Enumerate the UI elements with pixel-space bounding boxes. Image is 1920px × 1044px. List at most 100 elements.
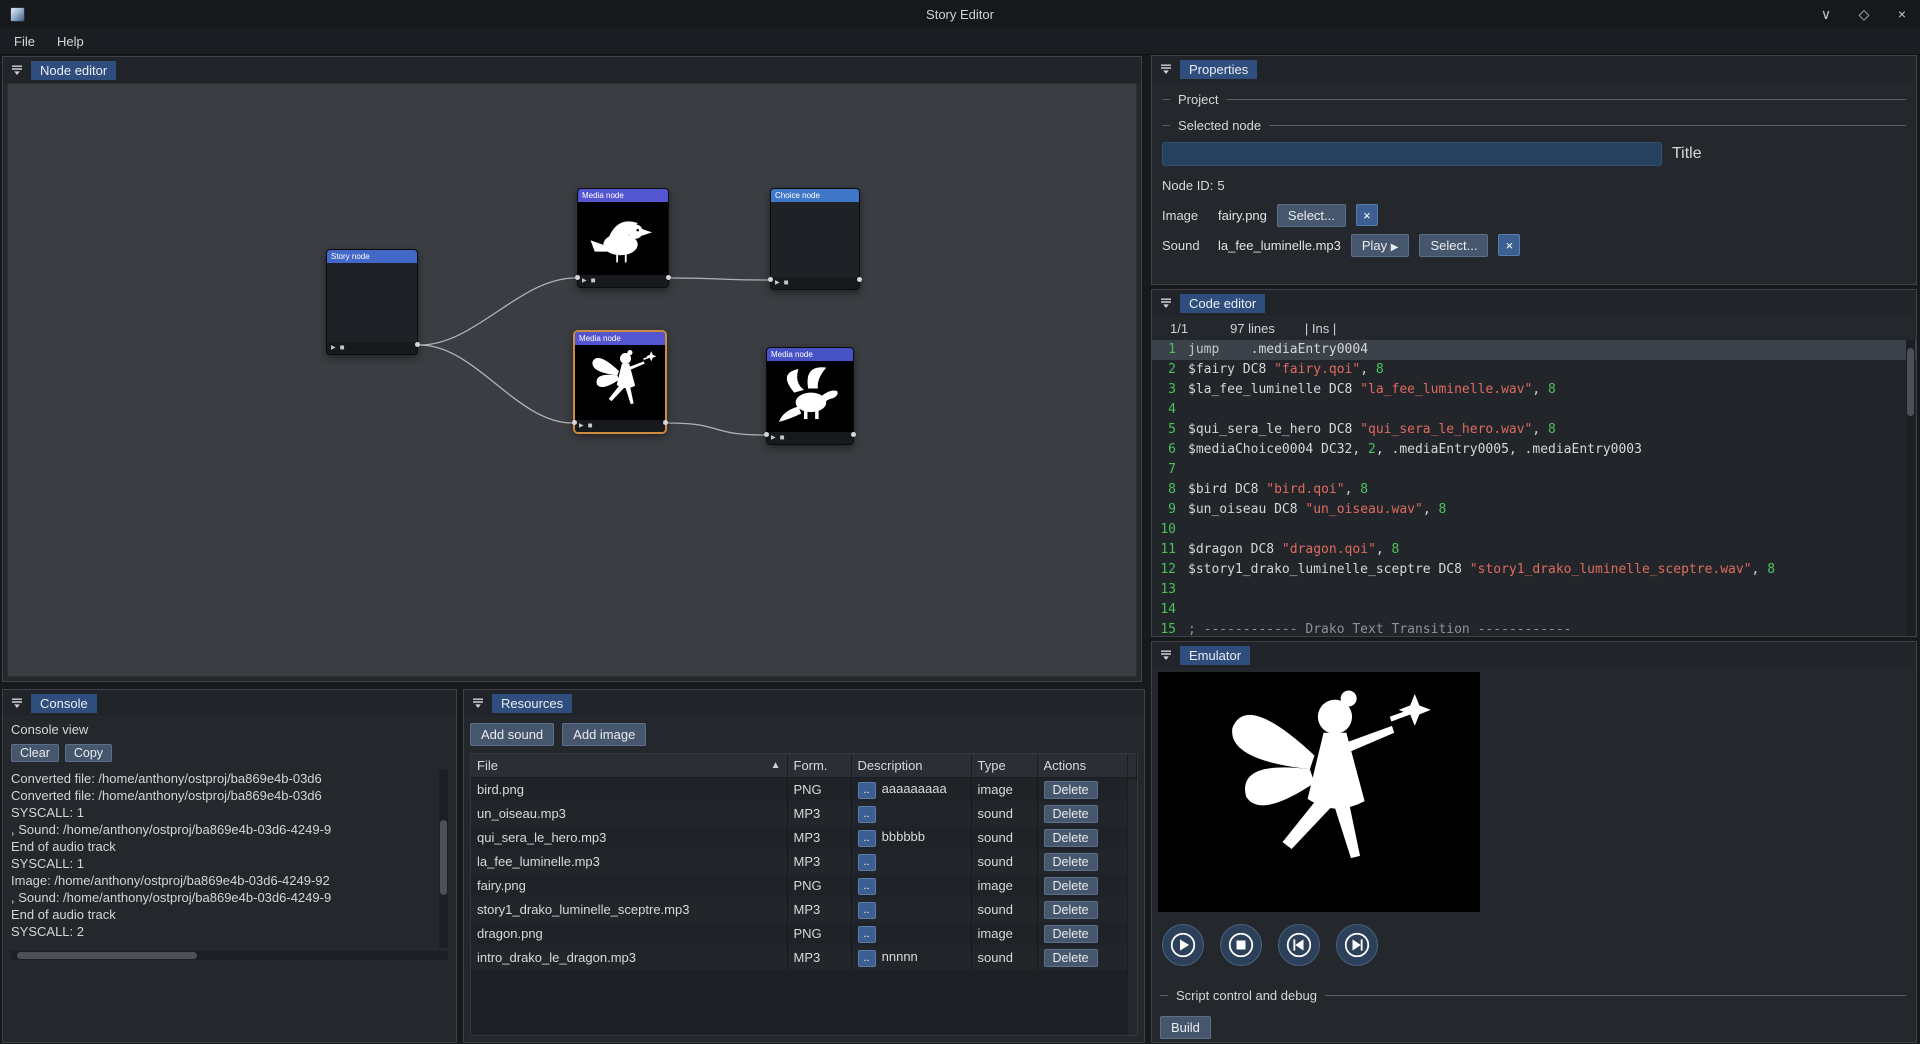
- graph-node-fairy[interactable]: Media node▶◼: [574, 331, 666, 433]
- node-controls: ▶◼: [771, 277, 859, 289]
- menu-file[interactable]: File: [4, 30, 45, 53]
- output-port[interactable]: [666, 275, 671, 280]
- delete-button[interactable]: Delete: [1044, 877, 1098, 895]
- clear-button[interactable]: Clear: [11, 744, 59, 762]
- node-id-row: Node ID: 5: [1162, 170, 1906, 200]
- dock-menu-icon[interactable]: [1159, 62, 1173, 76]
- node-control-icon: ▶: [771, 435, 776, 441]
- output-port[interactable]: [415, 342, 420, 347]
- input-port[interactable]: [764, 432, 769, 437]
- input-port[interactable]: [572, 420, 577, 425]
- description-edit-button[interactable]: ..: [858, 806, 876, 823]
- copy-button[interactable]: Copy: [65, 744, 112, 762]
- sound-select-button[interactable]: Select...: [1419, 234, 1488, 257]
- code-editor-header: Code editor: [1152, 290, 1916, 316]
- input-port[interactable]: [768, 277, 773, 282]
- node-edge: [671, 278, 768, 280]
- delete-button[interactable]: Delete: [1044, 829, 1098, 847]
- column-actions[interactable]: Actions: [1037, 754, 1127, 778]
- description-edit-button[interactable]: ..: [858, 950, 876, 967]
- node-id-label: Node ID:: [1162, 178, 1213, 193]
- delete-button[interactable]: Delete: [1044, 949, 1098, 967]
- delete-button[interactable]: Delete: [1044, 853, 1098, 871]
- dock-menu-icon[interactable]: [471, 696, 485, 710]
- delete-button[interactable]: Delete: [1044, 925, 1098, 943]
- image-select-button[interactable]: Select...: [1277, 204, 1346, 227]
- code-text: $story1_drako_luminelle_sceptre DC8 "sto…: [1188, 560, 1775, 580]
- console-horizontal-scrollbar[interactable]: [17, 952, 197, 959]
- description-edit-button[interactable]: ..: [858, 830, 876, 847]
- console-panel: Console Console view Clear Copy Converte…: [2, 689, 457, 1043]
- description-edit-button[interactable]: ..: [858, 854, 876, 871]
- delete-button[interactable]: Delete: [1044, 805, 1098, 823]
- code-line: 15; ------------ Drako Text Transition -…: [1152, 620, 1916, 636]
- output-port[interactable]: [857, 277, 862, 282]
- code-text: $mediaChoice0004 DC32, 2, .mediaEntry000…: [1188, 440, 1642, 460]
- close-button[interactable]: ×: [1894, 6, 1910, 22]
- column-file[interactable]: File▲: [471, 754, 787, 778]
- node-title-input[interactable]: [1162, 142, 1662, 166]
- graph-node-dragon[interactable]: Media node▶◼: [766, 347, 854, 445]
- console-vertical-scrollbar[interactable]: [440, 820, 447, 895]
- code-text: $fairy DC8 "fairy.qoi", 8: [1188, 360, 1384, 380]
- column-format[interactable]: Form.: [787, 754, 851, 778]
- add-image-button[interactable]: Add image: [562, 723, 646, 746]
- image-clear-button[interactable]: ×: [1356, 204, 1378, 226]
- delete-button[interactable]: Delete: [1044, 781, 1098, 799]
- resource-description: ..: [851, 898, 971, 922]
- node-control-icon: ▶: [331, 345, 336, 351]
- play-button[interactable]: [1162, 924, 1204, 966]
- node-image-bird: [578, 202, 668, 275]
- maximize-button[interactable]: ◇: [1856, 6, 1872, 23]
- sound-play-button[interactable]: Play ▶: [1351, 234, 1410, 257]
- code-vertical-scrollbar[interactable]: [1907, 348, 1914, 416]
- graph-node-choice[interactable]: Choice node▶◼: [770, 188, 860, 290]
- add-sound-button[interactable]: Add sound: [470, 723, 554, 746]
- output-port[interactable]: [851, 432, 856, 437]
- description-edit-button[interactable]: ..: [858, 926, 876, 943]
- selected-node-group-label: Selected node: [1178, 118, 1261, 133]
- input-port[interactable]: [575, 275, 580, 280]
- console-line: Image: /home/anthony/ostproj/ba869e4b-03…: [11, 872, 436, 889]
- graph-node-bird[interactable]: Media node▶◼: [577, 188, 669, 288]
- next-button[interactable]: [1336, 924, 1378, 966]
- resource-row: dragon.pngPNG..imageDelete: [471, 922, 1137, 946]
- description-edit-button[interactable]: ..: [858, 878, 876, 895]
- graph-node-entry[interactable]: Story node▶◼: [326, 249, 418, 355]
- delete-button[interactable]: Delete: [1044, 901, 1098, 919]
- sound-clear-button[interactable]: ×: [1498, 234, 1520, 256]
- dock-menu-icon[interactable]: [10, 63, 24, 77]
- line-number: 7: [1152, 460, 1188, 480]
- panel-title: Console: [31, 694, 97, 713]
- minimize-button[interactable]: ∨: [1818, 6, 1834, 23]
- code-line: 3$la_fee_luminelle DC8 "la_fee_luminelle…: [1152, 380, 1916, 400]
- code-line: 1jump .mediaEntry0004: [1152, 340, 1916, 360]
- console-output-lines: Converted file: /home/anthony/ostproj/ba…: [11, 770, 436, 940]
- code-line: 5$qui_sera_le_hero DC8 "qui_sera_le_hero…: [1152, 420, 1916, 440]
- code-area[interactable]: 1jump .mediaEntry00042$fairy DC8 "fairy.…: [1152, 340, 1916, 636]
- node-control-icon: ▶: [775, 280, 780, 286]
- line-count: 97 lines: [1230, 321, 1275, 336]
- column-description[interactable]: Description: [851, 754, 971, 778]
- column-type[interactable]: Type: [971, 754, 1037, 778]
- dock-menu-icon[interactable]: [10, 696, 24, 710]
- line-number: 1: [1152, 340, 1188, 360]
- resource-format: MP3: [787, 826, 851, 850]
- output-port[interactable]: [663, 420, 668, 425]
- cursor-position: 1/1: [1170, 321, 1188, 336]
- dock-menu-icon[interactable]: [1159, 296, 1173, 310]
- description-edit-button[interactable]: ..: [858, 902, 876, 919]
- previous-button[interactable]: [1278, 924, 1320, 966]
- description-edit-button[interactable]: ..: [858, 782, 876, 799]
- dock-menu-icon[interactable]: [1159, 648, 1173, 662]
- emulator-screen: [1158, 672, 1480, 912]
- stop-button[interactable]: [1220, 924, 1262, 966]
- node-editor-header: Node editor: [3, 57, 1141, 83]
- menu-help[interactable]: Help: [47, 30, 94, 53]
- code-line: 14: [1152, 600, 1916, 620]
- description-text: bbbbbb: [882, 829, 925, 844]
- build-button[interactable]: Build: [1160, 1016, 1211, 1039]
- transport-controls: [1162, 924, 1378, 966]
- resource-type: sound: [971, 802, 1037, 826]
- node-canvas[interactable]: Story node▶◼ Media node▶◼ Choice node▶◼ Med…: [7, 83, 1137, 677]
